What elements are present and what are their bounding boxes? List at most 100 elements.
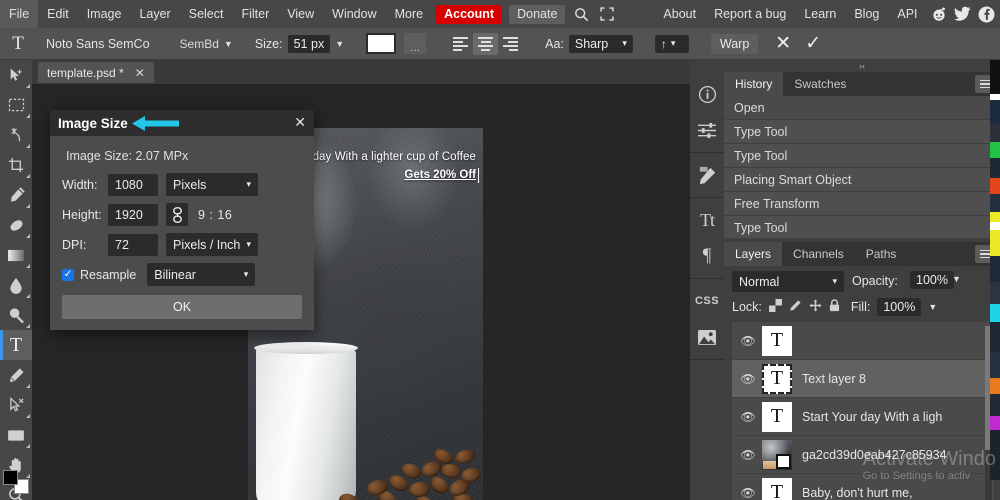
commit-icon[interactable]: ✓ bbox=[798, 32, 828, 55]
align-center-icon[interactable] bbox=[473, 33, 498, 55]
foreground-color-swatch[interactable] bbox=[3, 470, 18, 485]
layer-thumbnail[interactable]: T bbox=[762, 326, 792, 356]
css-icon[interactable]: CSS bbox=[690, 283, 724, 319]
adjustments-icon[interactable] bbox=[690, 112, 724, 148]
path-select-tool[interactable] bbox=[0, 390, 32, 420]
canvas-discount-text[interactable]: Gets 20% Off bbox=[404, 169, 476, 181]
crop-tool[interactable] bbox=[0, 150, 32, 180]
history-item[interactable]: Free Transform bbox=[724, 192, 1000, 216]
fill-value[interactable]: 100% bbox=[877, 298, 921, 316]
layer-name[interactable]: Baby, don't hurt me, bbox=[802, 486, 913, 500]
opacity-value[interactable]: 100% bbox=[910, 271, 954, 289]
color-swatch-strip[interactable] bbox=[990, 60, 1000, 500]
width-input[interactable]: 1080 bbox=[108, 174, 158, 196]
close-icon[interactable]: ✕ bbox=[135, 66, 145, 80]
eyedropper-tool[interactable] bbox=[0, 180, 32, 210]
menu-item-learn[interactable]: Learn bbox=[795, 0, 845, 28]
layer-name[interactable]: Text layer 8 bbox=[802, 372, 866, 386]
menu-item-file[interactable]: File bbox=[0, 0, 38, 28]
lock-all-icon[interactable] bbox=[829, 299, 840, 315]
font-size-input[interactable]: 51 px bbox=[288, 35, 331, 53]
account-button[interactable]: Account bbox=[436, 5, 502, 24]
tab-swatches[interactable]: Swatches bbox=[783, 72, 857, 96]
facebook-icon[interactable] bbox=[975, 0, 999, 28]
character-icon[interactable]: Tt bbox=[690, 202, 724, 238]
close-icon[interactable]: ✕ bbox=[294, 114, 306, 131]
table-row[interactable]: 👁 T bbox=[732, 322, 994, 360]
history-item[interactable]: Open bbox=[724, 96, 1000, 120]
layer-name[interactable]: ga2cd39d0eab427c85934 bbox=[802, 448, 947, 462]
lock-pixels-icon[interactable] bbox=[789, 299, 802, 315]
align-left-icon[interactable] bbox=[448, 33, 473, 55]
table-row[interactable]: 👁 T Text layer 8 bbox=[732, 360, 994, 398]
layer-list[interactable]: 👁 T 👁 T Text layer 8 👁 T Start Your day … bbox=[732, 322, 994, 500]
history-list[interactable]: Open Type Tool Type Tool Placing Smart O… bbox=[724, 96, 1000, 238]
resample-checkbox[interactable]: ✓ bbox=[62, 269, 74, 281]
marquee-tool[interactable] bbox=[0, 90, 32, 120]
text-color-swatch[interactable] bbox=[366, 33, 396, 54]
font-family-select[interactable]: Noto Sans SemCo bbox=[46, 37, 150, 51]
history-item[interactable]: Type Tool bbox=[724, 216, 1000, 238]
history-item[interactable]: Type Tool bbox=[724, 144, 1000, 168]
info-icon[interactable] bbox=[690, 76, 724, 112]
menu-item-layer[interactable]: Layer bbox=[130, 0, 179, 28]
width-unit-select[interactable]: Pixels ▾ bbox=[166, 173, 258, 196]
menu-item-filter[interactable]: Filter bbox=[232, 0, 278, 28]
dpi-input[interactable]: 72 bbox=[108, 234, 158, 256]
antialias-select[interactable]: Sharp ▾ bbox=[569, 35, 633, 53]
menu-item-about[interactable]: About bbox=[654, 0, 705, 28]
layer-visibility-icon[interactable]: 👁 bbox=[738, 410, 758, 424]
layer-visibility-icon[interactable]: 👁 bbox=[738, 486, 758, 500]
menu-item-blog[interactable]: Blog bbox=[845, 0, 888, 28]
search-icon[interactable] bbox=[568, 0, 594, 28]
document-tab[interactable]: template.psd * ✕ bbox=[38, 62, 154, 83]
cancel-icon[interactable]: ✕ bbox=[768, 32, 798, 55]
more-options-button[interactable]: ... bbox=[404, 33, 426, 54]
table-row[interactable]: 👁 T Start Your day With a ligh bbox=[732, 398, 994, 436]
fullscreen-icon[interactable] bbox=[594, 0, 620, 28]
lock-transparency-icon[interactable] bbox=[769, 299, 782, 315]
menu-item-select[interactable]: Select bbox=[180, 0, 233, 28]
menu-item-api[interactable]: API bbox=[888, 0, 926, 28]
text-orientation-icon[interactable]: ↑▾ bbox=[655, 35, 689, 53]
layer-name[interactable]: Start Your day With a ligh bbox=[802, 410, 942, 424]
layer-thumbnail[interactable]: T bbox=[762, 478, 792, 500]
menu-item-report-a-bug[interactable]: Report a bug bbox=[705, 0, 795, 28]
brush-preset-icon[interactable] bbox=[690, 157, 724, 193]
menu-item-image[interactable]: Image bbox=[78, 0, 131, 28]
lasso-tool[interactable] bbox=[0, 120, 32, 150]
layer-thumbnail[interactable]: T bbox=[762, 364, 792, 394]
type-tool[interactable]: T bbox=[0, 330, 32, 360]
shape-tool[interactable] bbox=[0, 420, 32, 450]
menu-item-view[interactable]: View bbox=[278, 0, 323, 28]
twitter-icon[interactable] bbox=[951, 0, 975, 28]
align-right-icon[interactable] bbox=[498, 33, 523, 55]
table-row[interactable]: 👁 ga2cd39d0eab427c85934 bbox=[732, 436, 994, 474]
layer-thumbnail[interactable]: T bbox=[762, 402, 792, 432]
blend-mode-select[interactable]: Normal ▾ bbox=[732, 271, 844, 292]
tab-history[interactable]: History bbox=[724, 72, 783, 96]
paragraph-icon[interactable]: ¶ bbox=[690, 238, 724, 274]
warp-button[interactable]: Warp bbox=[711, 34, 758, 54]
menu-item-more[interactable]: More bbox=[386, 0, 432, 28]
layer-visibility-icon[interactable]: 👁 bbox=[738, 448, 758, 462]
donate-button[interactable]: Donate bbox=[509, 5, 565, 24]
height-input[interactable]: 1920 bbox=[108, 204, 158, 226]
layer-thumbnail[interactable] bbox=[762, 440, 792, 470]
foreground-background-color[interactable] bbox=[3, 470, 29, 494]
ok-button[interactable]: OK bbox=[62, 295, 302, 319]
resample-method-select[interactable]: Bilinear ▾ bbox=[147, 263, 255, 286]
layer-visibility-icon[interactable]: 👁 bbox=[738, 372, 758, 386]
font-style-select[interactable]: SemBd ▼ bbox=[180, 37, 233, 51]
reddit-icon[interactable] bbox=[927, 0, 951, 28]
font-size-chevron-down-icon[interactable]: ▼ bbox=[335, 39, 344, 49]
gradient-tool[interactable] bbox=[0, 240, 32, 270]
opacity-chevron-icon[interactable]: ▼ bbox=[952, 274, 961, 284]
panel-collapse-button[interactable]: ›‹ bbox=[724, 60, 1000, 72]
chain-link-icon[interactable] bbox=[166, 203, 188, 226]
image-icon[interactable] bbox=[690, 319, 724, 355]
dpi-unit-select[interactable]: Pixels / Inch ▾ bbox=[166, 233, 258, 256]
dialog-title-bar[interactable]: Image Size ✕ bbox=[50, 110, 314, 136]
lock-position-icon[interactable] bbox=[809, 299, 822, 315]
pen-tool[interactable] bbox=[0, 360, 32, 390]
